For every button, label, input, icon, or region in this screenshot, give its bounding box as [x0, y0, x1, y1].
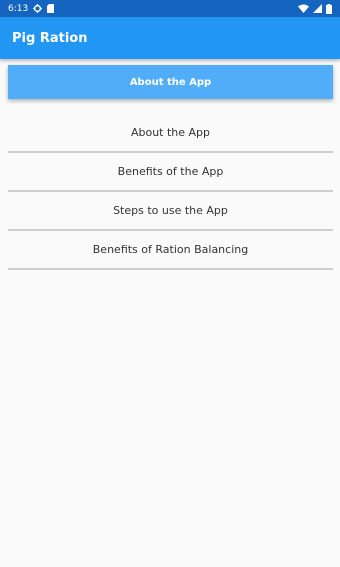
menu-item-benefits-of-app[interactable]: Benefits of the App: [8, 153, 333, 190]
divider: [8, 268, 333, 270]
menu-item-steps-to-use[interactable]: Steps to use the App: [8, 192, 333, 229]
menu-item-about-app[interactable]: About the App: [8, 114, 333, 151]
wifi-icon: [298, 4, 309, 13]
battery-icon: [326, 3, 332, 14]
about-app-header-button[interactable]: About the App: [8, 65, 333, 99]
menu-item-label: Steps to use the App: [113, 204, 228, 217]
menu-item-label: Benefits of the App: [117, 165, 224, 178]
sim-card-icon: [47, 4, 55, 13]
gear-icon: [33, 4, 43, 13]
status-left-group: 6:13: [8, 3, 55, 14]
menu-list: About the App Benefits of the App Steps …: [8, 114, 333, 270]
status-time: 6:13: [8, 3, 29, 14]
app-bar: Pig Ration: [0, 17, 340, 59]
signal-icon: [313, 4, 322, 13]
menu-item-label: About the App: [130, 126, 211, 139]
app-title: Pig Ration: [12, 30, 88, 46]
menu-item-label: Benefits of Ration Balancing: [92, 243, 249, 256]
status-bar: 6:13: [0, 0, 340, 17]
menu-item-benefits-ration-balancing[interactable]: Benefits of Ration Balancing: [8, 231, 333, 268]
status-right-group: [298, 3, 332, 14]
